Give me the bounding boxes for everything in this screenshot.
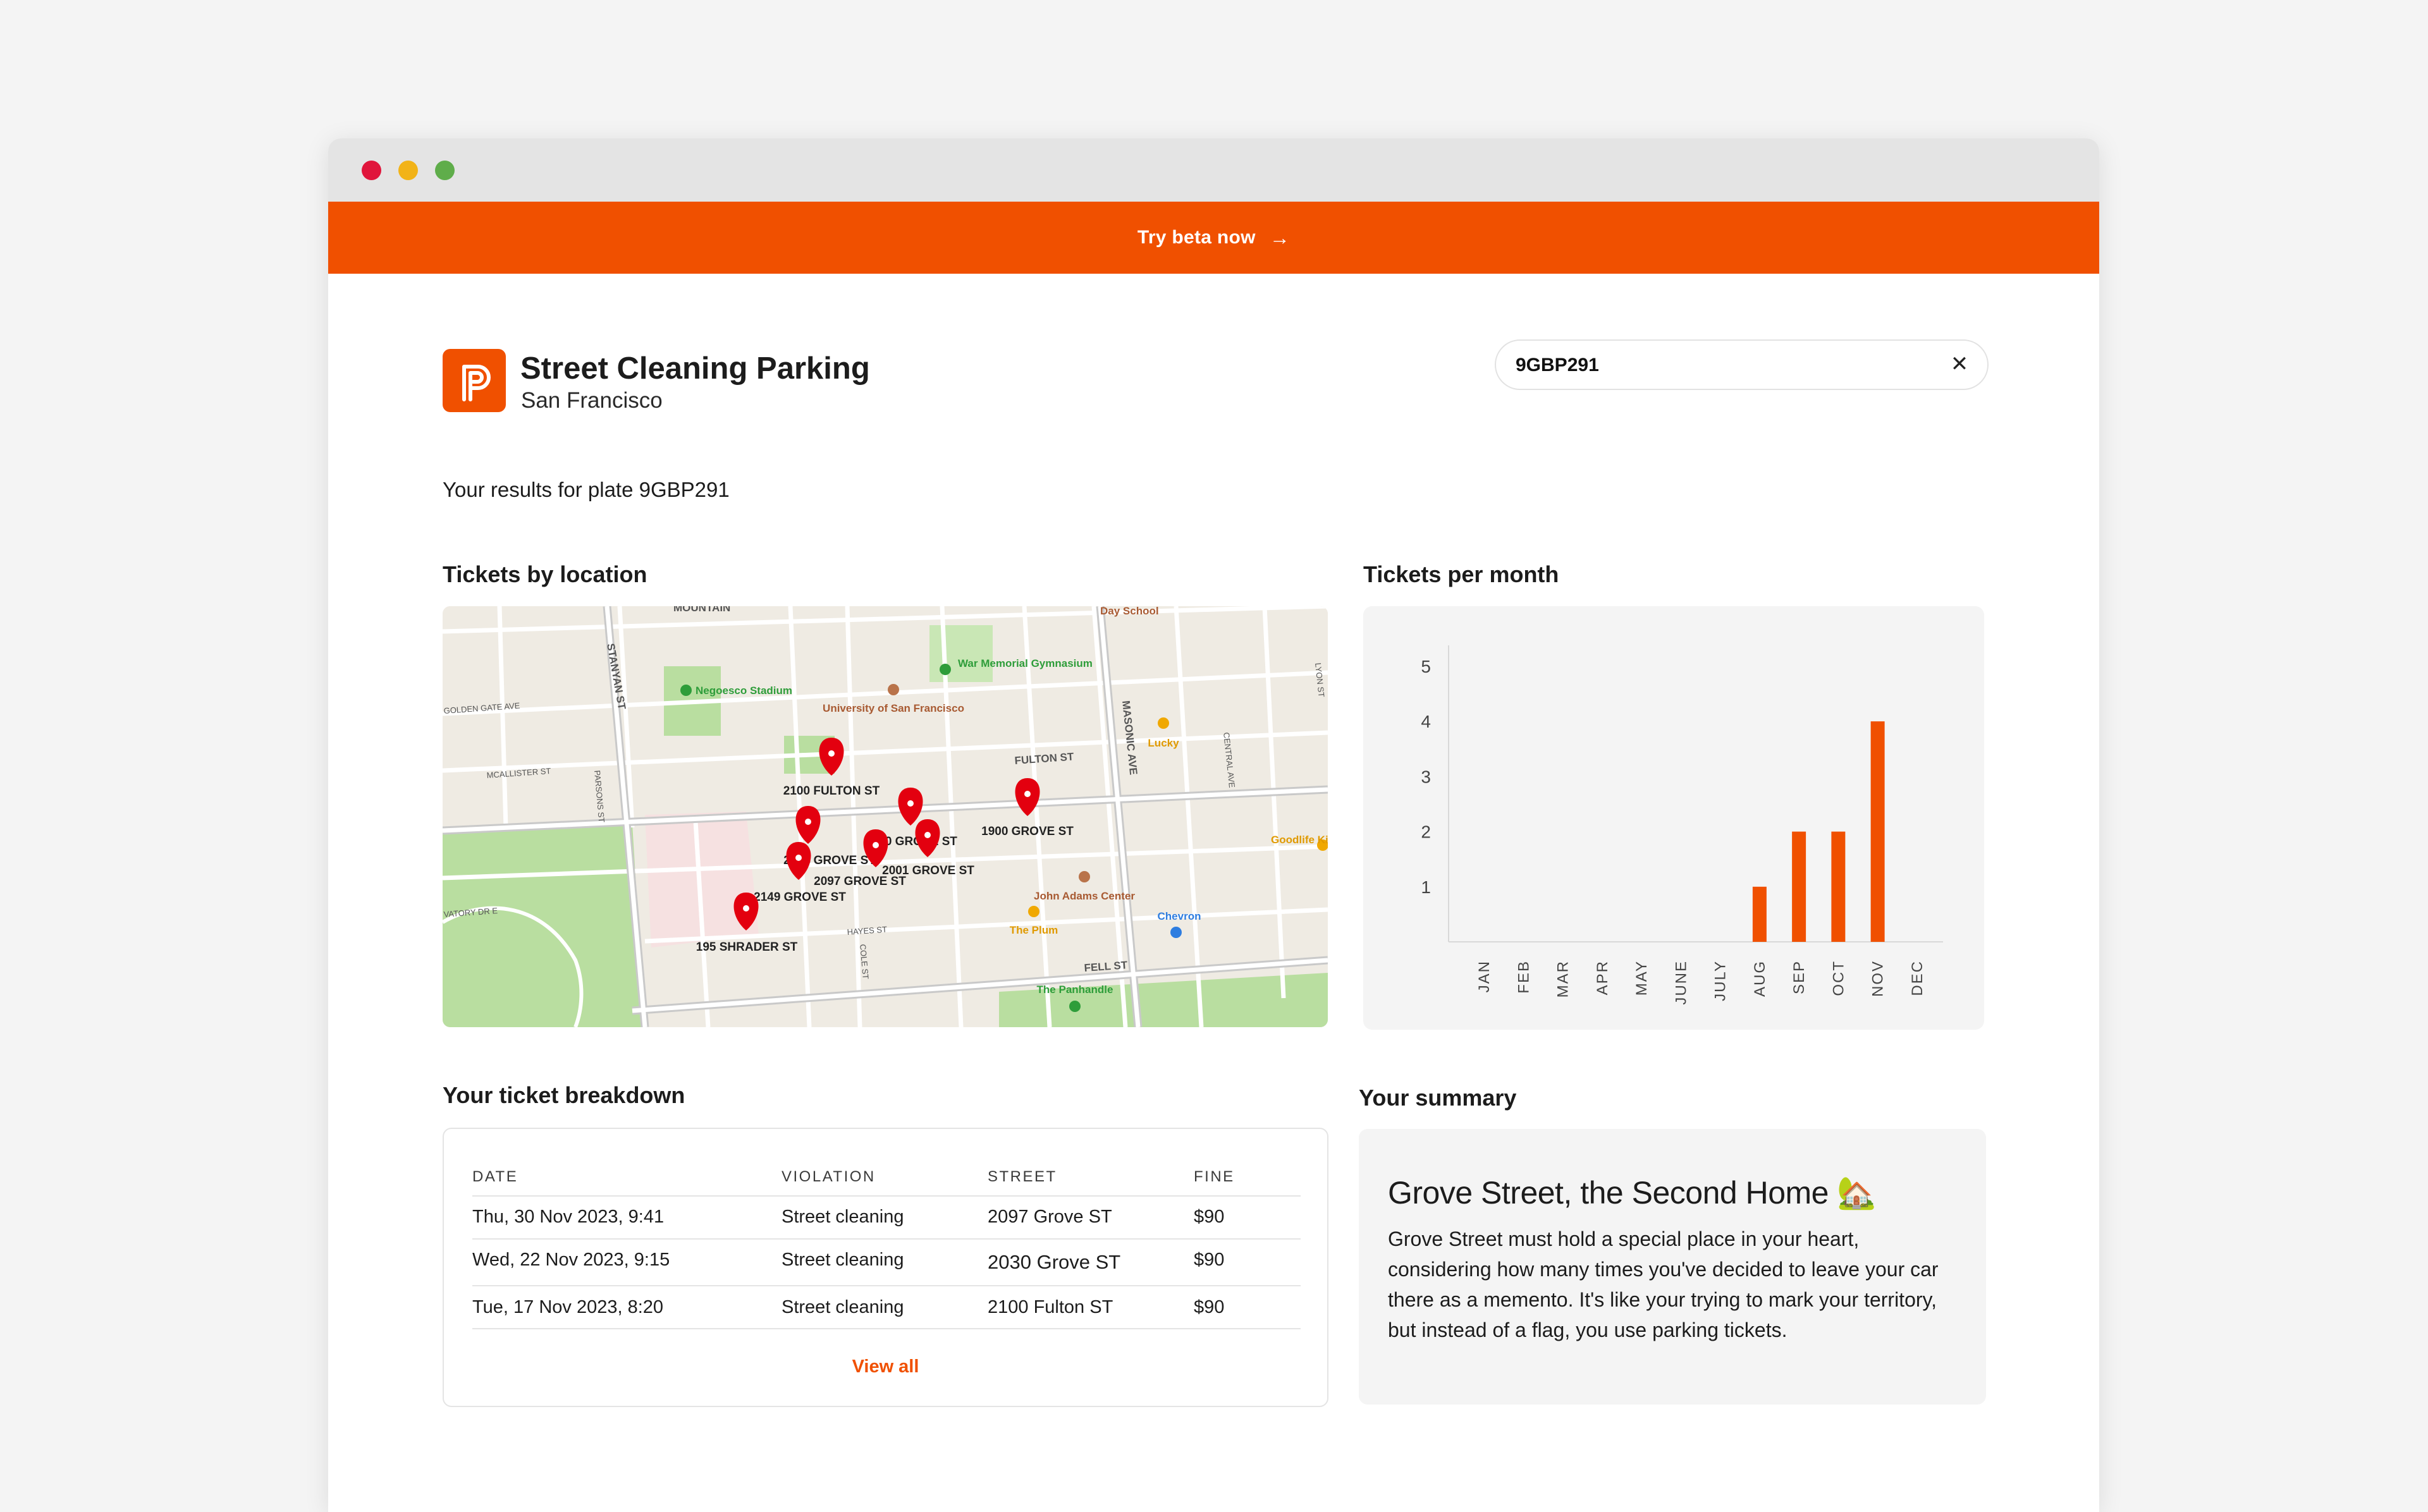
breakdown-section-title: Your ticket breakdown [443, 1082, 685, 1108]
cell-violation: Street cleaning [782, 1250, 904, 1270]
pin-label: 2001 GROVE ST [882, 864, 974, 877]
close-icon[interactable]: ✕ [1947, 351, 1972, 377]
x-tick-label: SEP [1791, 960, 1808, 994]
arrow-right-icon: → [1269, 226, 1291, 249]
ticket-table: DATE VIOLATION STREET FINE Thu, 30 Nov 2… [443, 1128, 1328, 1407]
y-tick-label: 2 [1421, 822, 1431, 842]
gas-station-icon [1170, 927, 1182, 938]
table-header-street: STREET [988, 1168, 1057, 1185]
browser-window: Try beta now → Street Cleaning Parking S… [328, 138, 2099, 1512]
cell-date: Thu, 30 Nov 2023, 9:41 [472, 1207, 665, 1227]
pin-label: 2149 GROVE ST [754, 891, 846, 904]
summary-body: Grove Street must hold a special place i… [1388, 1228, 1939, 1341]
poi-label: The Plum [1010, 924, 1058, 936]
cell-street: 2100 Fulton ST [988, 1297, 1113, 1317]
app-title: Street Cleaning Parking [520, 351, 870, 386]
window-titlebar [328, 138, 2099, 202]
bar-oct [1831, 831, 1846, 942]
y-tick-label: 1 [1421, 877, 1431, 897]
cell-street: 2030 Grove ST [988, 1251, 1121, 1273]
bar-nov [1870, 721, 1885, 942]
row-divider [472, 1328, 1301, 1329]
pin-label: 1900 GROVE ST [981, 825, 1074, 838]
poi-label: Lucky [1148, 737, 1179, 749]
cell-fine: $90 [1194, 1297, 1225, 1317]
app-subtitle: San Francisco [521, 388, 663, 413]
x-tick-label: MAR [1555, 960, 1572, 997]
summary-card: Grove Street, the Second Home 🏡 Grove St… [1359, 1129, 1986, 1405]
university-icon [888, 684, 899, 695]
y-tick-label: 3 [1421, 767, 1431, 786]
maximize-window-button[interactable] [435, 161, 455, 180]
bar-chart: 1 2 3 4 5 JAN FEB MAR APR MAY JUNE JULY AUG SEP OCT NOV… [1421, 645, 1943, 1005]
x-tick-label: FEB [1515, 960, 1532, 994]
poi-label: Goodlife Kitchens [1271, 834, 1328, 846]
row-divider [472, 1195, 1301, 1197]
poi-label: Chevron [1158, 910, 1201, 922]
summary-heading: Grove Street, the Second Home 🏡 [1388, 1175, 1877, 1210]
poi-label: War Memorial Gymnasium [958, 657, 1093, 669]
park-icon [1069, 1001, 1081, 1012]
beta-banner[interactable]: Try beta now → [328, 202, 2099, 274]
y-tick-label: 4 [1421, 712, 1431, 731]
cell-fine: $90 [1194, 1250, 1225, 1270]
x-tick-label: OCT [1830, 960, 1847, 996]
community-center-icon [1079, 871, 1090, 882]
poi-label: Day School [1100, 606, 1159, 617]
grocery-icon [1158, 717, 1169, 729]
poi-label: The Panhandle [1037, 984, 1113, 996]
pin-label: 2100 FULTON ST [783, 784, 880, 798]
row-divider [472, 1238, 1301, 1240]
gym-icon [940, 664, 951, 675]
street-label: MOUNTAIN [673, 606, 730, 614]
poi-label: University of San Francisco [823, 702, 964, 714]
close-window-button[interactable] [362, 161, 381, 180]
results-text: Your results for plate 9GBP291 [443, 478, 730, 501]
view-all-link[interactable]: View all [444, 1357, 1327, 1377]
x-tick-label: MAY [1633, 960, 1650, 996]
table-header-date: DATE [472, 1168, 518, 1185]
x-tick-label: NOV [1870, 960, 1887, 997]
y-tick-label: 5 [1421, 657, 1431, 676]
x-tick-label: AUG [1751, 960, 1769, 997]
poi-label: John Adams Center [1034, 890, 1135, 902]
plate-search[interactable]: ✕ [1495, 339, 1989, 390]
cell-fine: $90 [1194, 1207, 1225, 1227]
x-tick-label: DEC [1909, 960, 1926, 996]
cell-date: Wed, 22 Nov 2023, 9:15 [472, 1250, 670, 1270]
map-section-title: Tickets by location [443, 561, 647, 587]
x-tick-label: JUNE [1672, 960, 1689, 1005]
table-header-fine: FINE [1194, 1168, 1235, 1185]
stadium-icon [680, 685, 692, 696]
cell-date: Tue, 17 Nov 2023, 8:20 [472, 1297, 664, 1317]
x-tick-label: JAN [1476, 960, 1493, 992]
beta-banner-label[interactable]: Try beta now [1137, 227, 1256, 248]
cell-violation: Street cleaning [782, 1297, 904, 1317]
cell-street: 2097 Grove ST [988, 1207, 1112, 1227]
cell-violation: Street cleaning [782, 1207, 904, 1227]
table-header-violation: VIOLATION [782, 1168, 876, 1185]
summary-section-title: Your summary [1359, 1085, 1517, 1111]
tickets-map[interactable]: MOUNTAIN STANYAN ST FULTON ST MASONIC AV… [443, 606, 1328, 1027]
parking-p-icon [443, 349, 506, 412]
minimize-window-button[interactable] [398, 161, 418, 180]
chart-section-title: Tickets per month [1363, 561, 1559, 587]
bar-aug [1752, 886, 1767, 942]
x-tick-label: APR [1594, 960, 1611, 995]
gym-field [929, 625, 993, 682]
x-tick-label: JULY [1712, 960, 1729, 1001]
row-divider [472, 1285, 1301, 1286]
cafe-icon [1028, 906, 1039, 917]
tickets-per-month-chart: 1 2 3 4 5 JAN FEB MAR APR MAY JUNE JULY AUG SEP OCT NOV… [1363, 606, 1984, 1030]
bar-sep [1792, 831, 1806, 942]
plate-search-input[interactable] [1516, 355, 1920, 376]
poi-label: Negoesco Stadium [696, 685, 792, 697]
pin-label: 195 SHRADER ST [696, 941, 798, 954]
